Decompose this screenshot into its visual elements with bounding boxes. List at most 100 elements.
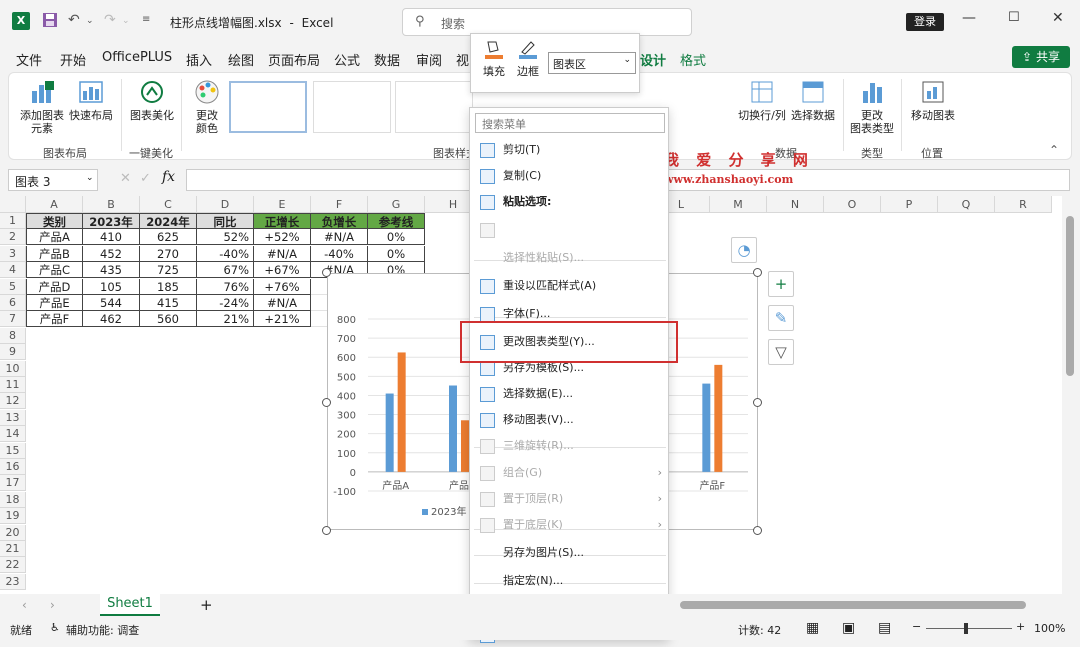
menu-officeplus[interactable]: OfficePLUS xyxy=(102,50,172,65)
column-header[interactable]: R xyxy=(995,196,1052,213)
maximize-icon[interactable]: ☐ xyxy=(1008,10,1020,25)
row-header[interactable]: 13 xyxy=(0,409,26,426)
table-cell[interactable]: 435 xyxy=(83,262,140,279)
row-header[interactable]: 20 xyxy=(0,524,26,541)
table-cell[interactable]: 462 xyxy=(83,311,140,328)
select-data-button[interactable]: 选择数据 xyxy=(789,79,837,122)
scroll-thumb[interactable] xyxy=(1066,216,1074,376)
row-header[interactable]: 8 xyxy=(0,327,26,344)
table-cell[interactable]: #N/A xyxy=(311,229,368,246)
column-header[interactable]: N xyxy=(767,196,824,213)
table-cell[interactable]: 0% xyxy=(368,245,425,262)
row-header[interactable]: 14 xyxy=(0,426,26,443)
row-header[interactable]: 4 xyxy=(0,262,26,279)
fx-icon[interactable]: fx xyxy=(162,169,175,185)
context-menu-item[interactable]: 指定宏(N)... xyxy=(470,569,670,593)
chart-beautify-button[interactable]: 图表美化 xyxy=(125,79,179,122)
namebox-dropdown-icon[interactable]: ⌄ xyxy=(86,173,94,183)
row-header[interactable]: 12 xyxy=(0,393,26,410)
table-cell[interactable]: 产品A xyxy=(26,229,83,246)
menu-format[interactable]: 格式 xyxy=(680,50,706,69)
table-cell[interactable]: 76% xyxy=(197,278,254,295)
chart-filter-icon[interactable]: ▽ xyxy=(768,339,794,365)
table-cell[interactable]: 产品C xyxy=(26,262,83,279)
resize-handle[interactable] xyxy=(753,398,762,407)
next-sheet-icon[interactable]: › xyxy=(50,598,55,612)
row-header[interactable]: 9 xyxy=(0,344,26,361)
context-menu-item[interactable]: 移动图表(V)... xyxy=(470,408,670,432)
table-cell[interactable]: 产品D xyxy=(26,278,83,295)
login-button[interactable]: 登录 xyxy=(906,13,944,31)
table-cell[interactable]: 52% xyxy=(197,229,254,246)
row-header[interactable]: 10 xyxy=(0,360,26,377)
page-break-view-icon[interactable]: ▤ xyxy=(878,620,891,636)
resize-handle[interactable] xyxy=(322,526,331,535)
table-header-cell[interactable]: 正增长 xyxy=(254,213,311,229)
row-header[interactable]: 17 xyxy=(0,475,26,492)
table-cell[interactable]: 415 xyxy=(140,295,197,311)
table-cell[interactable]: -40% xyxy=(311,245,368,262)
row-header[interactable]: 22 xyxy=(0,557,26,574)
column-header[interactable]: A xyxy=(26,196,83,213)
row-header[interactable]: 16 xyxy=(0,459,26,475)
bar-2024年-产品B[interactable] xyxy=(461,420,469,472)
table-cell[interactable]: 0% xyxy=(368,229,425,246)
add-chart-element-button[interactable]: 添加图表 元素 xyxy=(19,79,65,135)
table-cell[interactable]: 410 xyxy=(83,229,140,246)
menu-page-layout[interactable]: 页面布局 xyxy=(268,50,320,69)
select-all-corner[interactable] xyxy=(0,196,26,213)
context-menu-item[interactable]: 重设以匹配样式(A) xyxy=(470,274,670,298)
menu-data[interactable]: 数据 xyxy=(374,50,400,69)
table-cell[interactable]: 67% xyxy=(197,262,254,279)
customize-qat-icon[interactable]: ≡ xyxy=(142,14,150,25)
normal-view-icon[interactable]: ▦ xyxy=(806,620,819,636)
table-cell[interactable]: 185 xyxy=(140,278,197,295)
enter-icon[interactable]: ✓ xyxy=(140,171,151,186)
table-cell[interactable]: 725 xyxy=(140,262,197,279)
zoom-slider-thumb[interactable] xyxy=(964,623,968,634)
redo-dropdown-icon[interactable]: ⌄ xyxy=(122,16,130,26)
context-menu-item[interactable]: 复制(C) xyxy=(470,164,670,188)
resize-handle[interactable] xyxy=(753,526,762,535)
table-cell[interactable]: 产品B xyxy=(26,245,83,262)
share-button[interactable]: ⇪ 共享 xyxy=(1012,46,1070,68)
outline-button[interactable]: 边框 xyxy=(513,38,543,79)
zoom-slider[interactable] xyxy=(926,628,1012,629)
menu-search-input[interactable]: 搜索菜单 xyxy=(475,113,665,133)
menu-home[interactable]: 开始 xyxy=(60,50,86,69)
chart-elements-plus-icon[interactable]: + xyxy=(768,271,794,297)
row-header[interactable]: 7 xyxy=(0,311,26,328)
row-header[interactable]: 1 xyxy=(0,213,26,229)
redo-icon[interactable]: ↷ xyxy=(104,12,116,28)
undo-icon[interactable]: ↶ xyxy=(68,12,80,28)
add-sheet-icon[interactable]: + xyxy=(200,596,213,614)
table-header-cell[interactable]: 类别 xyxy=(26,213,83,229)
bar-2024年-产品A[interactable] xyxy=(397,352,406,472)
table-cell[interactable]: +52% xyxy=(254,229,311,246)
context-menu-item[interactable]: 选择数据(E)... xyxy=(470,382,670,406)
menu-review[interactable]: 审阅 xyxy=(416,50,442,69)
table-cell[interactable]: -40% xyxy=(197,245,254,262)
row-header[interactable]: 3 xyxy=(0,245,26,262)
column-header[interactable]: D xyxy=(197,196,254,213)
page-layout-view-icon[interactable]: ▣ xyxy=(842,620,855,636)
horizontal-scrollbar[interactable] xyxy=(680,601,1026,609)
collapse-ribbon-icon[interactable]: ⌃ xyxy=(1049,143,1059,157)
table-cell[interactable]: 560 xyxy=(140,311,197,328)
row-header[interactable]: 6 xyxy=(0,295,26,311)
change-color-button[interactable]: 更改 颜色 xyxy=(187,79,227,135)
table-header-cell[interactable]: 负增长 xyxy=(311,213,368,229)
chart-style-thumb-2[interactable] xyxy=(313,81,391,133)
chart-style-gallery[interactable] xyxy=(229,81,499,135)
column-header[interactable]: M xyxy=(710,196,767,213)
row-header[interactable]: 19 xyxy=(0,508,26,525)
column-header[interactable]: O xyxy=(824,196,881,213)
cancel-icon[interactable]: ✕ xyxy=(120,171,131,186)
column-header[interactable]: G xyxy=(368,196,425,213)
context-menu-item[interactable]: 剪切(T) xyxy=(470,138,670,162)
resize-handle[interactable] xyxy=(322,268,331,277)
table-cell[interactable]: 544 xyxy=(83,295,140,311)
menu-chart-design[interactable]: 设计 xyxy=(640,50,666,69)
chart-quick-icon[interactable]: ◔ xyxy=(731,237,757,263)
bar-2024年-产品F[interactable] xyxy=(714,364,723,472)
